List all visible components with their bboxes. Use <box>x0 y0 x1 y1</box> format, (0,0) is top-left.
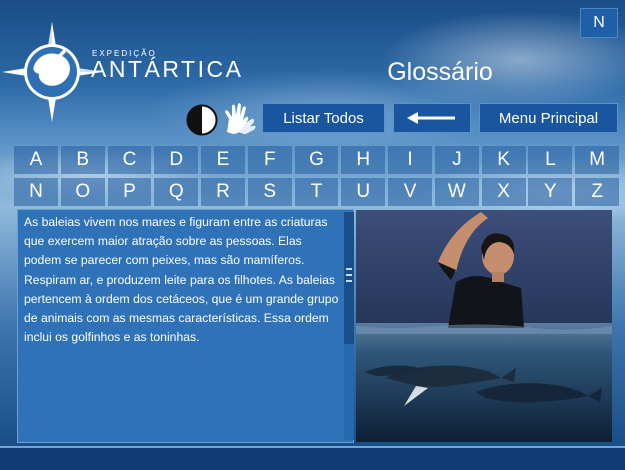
letter-button-q[interactable]: Q <box>154 178 199 206</box>
sign-language-icon[interactable] <box>221 102 257 136</box>
letter-button-w[interactable]: W <box>434 178 479 206</box>
back-button[interactable] <box>393 103 471 133</box>
letter-button-s[interactable]: S <box>247 178 292 206</box>
sign-language-video[interactable] <box>356 210 612 442</box>
scroll-grip-icon <box>346 268 352 282</box>
alphabet-row-1: ABCDEFGHIJKLM <box>14 146 622 174</box>
compass-logo-icon <box>2 22 102 122</box>
letter-button-k[interactable]: K <box>481 146 526 174</box>
letter-button-d[interactable]: D <box>154 146 199 174</box>
main-menu-button[interactable]: Menu Principal <box>479 103 618 133</box>
letter-button-o[interactable]: O <box>60 178 105 206</box>
definition-text: As baleias vivem nos mares e figuram ent… <box>24 215 339 345</box>
scrollbar[interactable] <box>344 212 354 440</box>
letter-button-l[interactable]: L <box>528 146 573 174</box>
logo-title: ANTÁRTICA <box>91 56 244 82</box>
whale-signer-video-frame <box>356 210 612 442</box>
definition-panel: As baleias vivem nos mares e figuram ent… <box>17 209 354 443</box>
letter-button-h[interactable]: H <box>341 146 386 174</box>
letter-button-m[interactable]: M <box>575 146 620 174</box>
letter-button-z[interactable]: Z <box>575 178 620 206</box>
page-title: Glossário <box>387 58 493 86</box>
letter-button-i[interactable]: I <box>388 146 432 174</box>
letter-button-g[interactable]: G <box>294 146 339 174</box>
letter-button-f[interactable]: F <box>247 146 292 174</box>
alphabet-row-2: NOPQRSTUVWXYZ <box>14 178 622 206</box>
letter-button-p[interactable]: P <box>107 178 152 206</box>
scroll-thumb[interactable] <box>344 212 354 344</box>
letter-button-a[interactable]: A <box>14 146 58 174</box>
letter-button-c[interactable]: C <box>107 146 152 174</box>
letter-button-e[interactable]: E <box>201 146 245 174</box>
letter-button-t[interactable]: T <box>294 178 339 206</box>
letter-button-n[interactable]: N <box>14 178 58 206</box>
list-all-button[interactable]: Listar Todos <box>262 103 385 133</box>
letter-button-j[interactable]: J <box>434 146 479 174</box>
letter-button-b[interactable]: B <box>60 146 105 174</box>
letter-button-v[interactable]: V <box>388 178 432 206</box>
letter-button-x[interactable]: X <box>481 178 526 206</box>
letter-button-y[interactable]: Y <box>528 178 573 206</box>
n-button[interactable]: N <box>580 8 618 38</box>
contrast-icon[interactable] <box>186 104 218 136</box>
letter-button-u[interactable]: U <box>341 178 386 206</box>
alphabet-index: ABCDEFGHIJKLM NOPQRSTUVWXYZ <box>14 146 622 210</box>
left-arrow-icon <box>407 112 455 124</box>
letter-button-r[interactable]: R <box>201 178 245 206</box>
bottom-bar <box>0 446 625 470</box>
